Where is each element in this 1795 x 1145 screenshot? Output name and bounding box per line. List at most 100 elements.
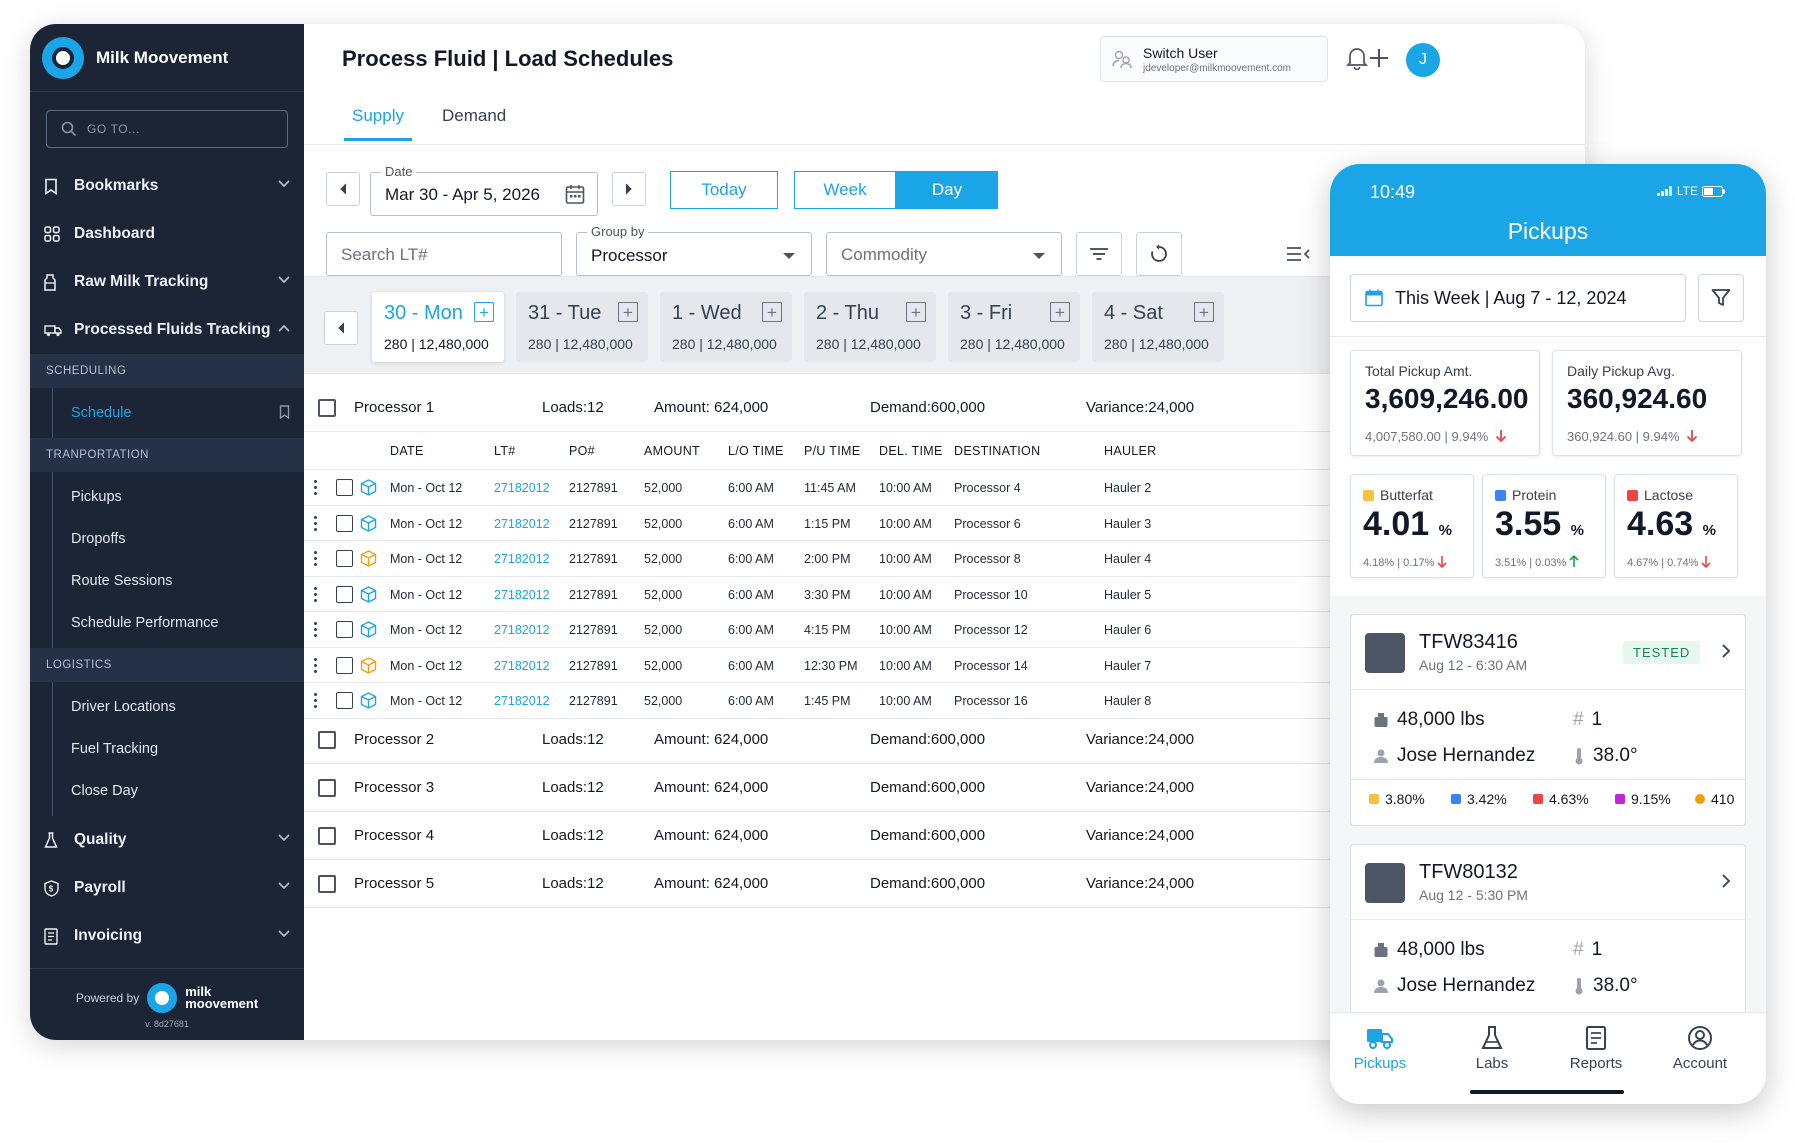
filter-button[interactable] (1076, 232, 1122, 276)
prev-days-button[interactable] (324, 311, 358, 345)
commodity-select[interactable]: Commodity (826, 232, 1062, 276)
stat-value: 360,924.60 (1567, 383, 1708, 414)
sidebar-item-invoicing[interactable]: Invoicing (30, 912, 304, 960)
date-range-selector[interactable]: This Week | Aug 7 - 12, 2024 (1350, 274, 1686, 322)
cell-lt[interactable]: 27182012 (494, 623, 550, 637)
sidebar-item-close-day[interactable]: Close Day (53, 770, 304, 812)
refresh-button[interactable] (1136, 232, 1182, 276)
row-menu-icon[interactable] (314, 515, 318, 534)
sidebar-item-dropoffs[interactable]: Dropoffs (53, 518, 304, 560)
sidebar: Milk Moovement GO TO... Bookmarks Dashbo… (30, 24, 304, 1040)
row-menu-icon[interactable] (314, 657, 318, 676)
tab-demand[interactable]: Demand (434, 106, 514, 141)
cell-amount: 52,000 (644, 694, 683, 708)
row-menu-icon[interactable] (314, 693, 318, 711)
collapse-menu-icon[interactable] (1286, 246, 1310, 262)
sidebar-item-quality[interactable]: Quality (30, 816, 304, 864)
pickup-card[interactable]: TFW83416 Aug 12 - 6:30 AM TESTED 48,000 … (1350, 614, 1746, 826)
tab-pickups[interactable]: Pickups (1330, 1025, 1430, 1072)
group-by-select[interactable]: Group by Processor (576, 224, 812, 276)
row-checkbox[interactable] (336, 585, 353, 603)
tab-account[interactable]: Account (1650, 1025, 1750, 1072)
day-card[interactable]: 4 - Sat + 280 | 12,480,000 (1092, 292, 1224, 362)
tab-reports[interactable]: Reports (1546, 1025, 1646, 1072)
day-card[interactable]: 1 - Wed + 280 | 12,480,000 (660, 292, 792, 362)
processor-checkbox[interactable] (318, 875, 336, 893)
row-checkbox[interactable] (336, 550, 353, 567)
next-date-button[interactable] (612, 172, 646, 206)
processor-checkbox[interactable] (318, 827, 336, 845)
today-button[interactable]: Today (670, 171, 778, 209)
sidebar-item-bookmarks[interactable]: Bookmarks (30, 162, 304, 210)
plus-icon[interactable] (1368, 47, 1390, 69)
processor-name: Processor 4 (354, 827, 435, 844)
cell-lt[interactable]: 27182012 (494, 588, 550, 602)
row-checkbox[interactable] (336, 479, 353, 496)
cell-date: Mon - Oct 12 (390, 623, 463, 637)
goto-search[interactable]: GO TO... (46, 110, 288, 148)
row-checkbox[interactable] (336, 692, 353, 709)
day-card[interactable]: 30 - Mon + 280 | 12,480,000 (372, 292, 504, 362)
row-checkbox[interactable] (336, 514, 353, 532)
pickup-card[interactable]: TFW80132 Aug 12 - 5:30 PM 48,000 lbs #1 … (1350, 844, 1746, 1014)
tab-supply[interactable]: Supply (344, 106, 412, 141)
processor-checkbox[interactable] (318, 399, 336, 417)
sidebar-item-raw-milk-tracking[interactable]: Raw Milk Tracking (30, 258, 304, 306)
search-lt-input[interactable]: Search LT# (326, 232, 562, 276)
day-button[interactable]: Day (896, 171, 998, 209)
sidebar-item-schedule[interactable]: Schedule (53, 392, 304, 434)
avatar[interactable]: J (1406, 43, 1440, 77)
bell-icon[interactable] (1346, 46, 1368, 70)
switch-user-button[interactable]: Switch User jdeveloper@milkmoovement.com (1100, 36, 1328, 82)
cell-lt[interactable]: 27182012 (494, 552, 550, 566)
add-load-icon[interactable]: + (618, 302, 638, 322)
add-load-icon[interactable]: + (762, 302, 782, 322)
cell-lt[interactable]: 27182012 (494, 481, 550, 495)
tab-labs[interactable]: Labs (1442, 1025, 1542, 1072)
add-load-icon[interactable]: + (906, 302, 926, 322)
processor-variance: Variance:24,000 (1086, 399, 1195, 416)
chevron-right-icon[interactable] (1721, 643, 1731, 659)
page-title: Process Fluid | Load Schedules (342, 46, 674, 71)
brand[interactable]: Milk Moovement (30, 24, 304, 92)
divider (1351, 779, 1745, 780)
sidebar-item-fuel-tracking[interactable]: Fuel Tracking (53, 728, 304, 770)
group-by-value: Processor (591, 246, 668, 265)
row-checkbox[interactable] (336, 656, 353, 674)
row-checkbox[interactable] (336, 621, 353, 638)
sidebar-item-label: Invoicing (74, 927, 143, 944)
row-menu-icon[interactable] (314, 586, 318, 605)
day-card[interactable]: 31 - Tue + 280 | 12,480,000 (516, 292, 648, 362)
day-card[interactable]: 2 - Thu + 280 | 12,480,000 (804, 292, 936, 362)
cell-lt[interactable]: 27182012 (494, 659, 550, 673)
sidebar-item-driver-locations[interactable]: Driver Locations (53, 686, 304, 728)
calendar-icon[interactable] (565, 184, 585, 205)
row-menu-icon[interactable] (314, 622, 318, 640)
add-load-icon[interactable]: + (474, 302, 494, 322)
prev-date-button[interactable] (326, 172, 360, 206)
mobile-filter-button[interactable] (1698, 274, 1744, 322)
chevron-right-icon[interactable] (1721, 873, 1731, 889)
sidebar-item-schedule-performance[interactable]: Schedule Performance (53, 602, 304, 644)
sidebar-item-route-sessions[interactable]: Route Sessions (53, 560, 304, 602)
bookmark-icon[interactable] (279, 405, 290, 419)
sub-menu-scheduling: Schedule (52, 388, 304, 438)
sidebar-item-payroll[interactable]: $ Payroll (30, 864, 304, 912)
divider (1330, 336, 1766, 337)
cell-lt[interactable]: 27182012 (494, 694, 550, 708)
processor-checkbox[interactable] (318, 779, 336, 797)
cell-lt[interactable]: 27182012 (494, 517, 550, 531)
sidebar-item-processed-fluids-tracking[interactable]: Processed Fluids Tracking (30, 306, 304, 354)
cell-po: 2127891 (569, 658, 618, 673)
row-menu-icon[interactable] (314, 551, 318, 569)
processor-checkbox[interactable] (318, 731, 336, 749)
day-card[interactable]: 3 - Fri + 280 | 12,480,000 (948, 292, 1080, 362)
sidebar-item-pickups[interactable]: Pickups (53, 476, 304, 518)
add-load-icon[interactable]: + (1194, 302, 1214, 322)
row-menu-icon[interactable] (314, 480, 318, 498)
sidebar-item-dashboard[interactable]: Dashboard (30, 210, 304, 258)
date-field[interactable]: Date Mar 30 - Apr 5, 2026 (370, 164, 598, 216)
week-button[interactable]: Week (794, 171, 896, 209)
add-load-icon[interactable]: + (1050, 302, 1070, 322)
cell-lo: 6:00 AM (728, 658, 774, 673)
